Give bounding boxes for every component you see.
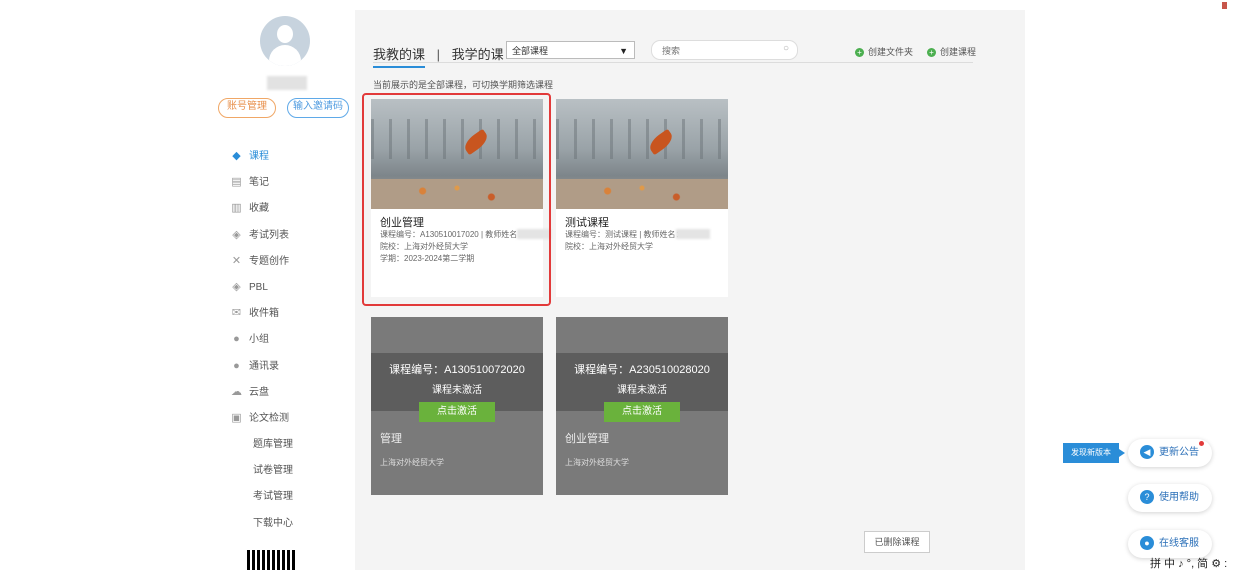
tab-divider xyxy=(373,62,973,63)
inbox-icon: ✉ xyxy=(231,307,242,320)
course-card[interactable]: 测试课程 课程编号：测试课程 | 教师姓名： 院校：上海对外经贸大学 xyxy=(556,99,728,297)
sidebar-item-pbl[interactable]: ◈ PBL xyxy=(225,275,353,301)
search-input[interactable] xyxy=(660,45,774,57)
sidebar-item-question-bank[interactable]: 题库管理 xyxy=(225,432,353,458)
tab-separator: | xyxy=(436,47,441,62)
course-title[interactable]: 测试课程 xyxy=(565,214,609,230)
sidebar-item-cloud[interactable]: ☁ 云盘 xyxy=(225,380,353,406)
enter-invite-code-button[interactable]: 输入邀请码 xyxy=(287,98,349,118)
sidebar-item-notes[interactable]: ▤ 笔记 xyxy=(225,170,353,196)
sidebar-item-course[interactable]: ◆ 课程 xyxy=(225,144,353,170)
note-icon: ▤ xyxy=(231,176,242,189)
pbl-icon: ◈ xyxy=(232,280,241,293)
notification-dot xyxy=(1199,441,1204,446)
filter-notice: 当前展示的是全部课程，可切换学期筛选课程 xyxy=(373,80,554,90)
account-manage-button[interactable]: 账号管理 xyxy=(218,98,276,118)
create-folder-button[interactable]: + 创建文件夹 xyxy=(855,45,913,58)
sidebar-item-exam-manage[interactable]: 考试管理 xyxy=(225,484,353,510)
help-icon: ? xyxy=(1140,490,1154,504)
contacts-icon: ● xyxy=(233,359,240,372)
tab-my-teaching[interactable]: 我教的课 xyxy=(373,47,425,62)
paper-check-icon: ▣ xyxy=(231,411,242,424)
sidebar-item-exam-list[interactable]: ◈ 考试列表 xyxy=(225,223,353,249)
cloud-icon: ☁ xyxy=(231,385,242,398)
activate-course-button[interactable]: 点击激活 xyxy=(604,402,680,422)
plus-circle-icon: + xyxy=(855,48,864,57)
course-code: 课程编号：测试课程 | 教师姓名： xyxy=(565,230,684,239)
sidebar-item-topic-creation[interactable]: ✕ 专题创作 xyxy=(225,249,353,275)
course-title: 创业管理 xyxy=(565,433,609,445)
inactive-course-card: 课程编号：A230510028020 课程未激活 点击激活 创业管理 上海对外经… xyxy=(556,317,728,495)
activate-course-button[interactable]: 点击激活 xyxy=(419,402,495,422)
update-notice-button[interactable]: ◀ 更新公告 xyxy=(1128,439,1212,467)
user-name-blurred xyxy=(267,76,307,90)
caret-down-icon: ▼ xyxy=(619,46,628,56)
sidebar-item-favorites[interactable]: ▥ 收藏 xyxy=(225,196,353,222)
inactive-course-code: 课程编号：A230510028020 xyxy=(574,364,710,376)
course-filter-select[interactable]: 全部课程 ▼ xyxy=(506,41,635,59)
course-school: 院校：上海对外经贸大学 xyxy=(565,242,653,251)
qr-code xyxy=(247,550,297,570)
search-box: ○ xyxy=(651,40,798,60)
sidebar-item-inbox[interactable]: ✉ 收件箱 xyxy=(225,301,353,327)
selected-course-highlight xyxy=(362,93,551,306)
ime-toolbar[interactable]: 拼 中 ♪ °, 简 ⚙ : xyxy=(1150,555,1227,571)
avatar[interactable] xyxy=(260,16,310,66)
new-version-badge[interactable]: 发现新版本 xyxy=(1063,443,1125,463)
sidebar-menu: ◆ 课程 ▤ 笔记 ▥ 收藏 ◈ 考试列表 ✕ 专题创作 ◈ PBL ✉ 收件箱… xyxy=(225,144,353,537)
teacher-name-blurred xyxy=(676,229,710,239)
sidebar-item-paper-manage[interactable]: 试卷管理 xyxy=(225,458,353,484)
course-school: 上海对外经贸大学 xyxy=(565,458,629,467)
help-button[interactable]: ? 使用帮助 xyxy=(1128,484,1212,512)
topic-icon: ✕ xyxy=(231,254,242,267)
sidebar-item-paper-check[interactable]: ▣ 论文检测 xyxy=(225,406,353,432)
sidebar: 账号管理 输入邀请码 ◆ 课程 ▤ 笔记 ▥ 收藏 ◈ 考试列表 ✕ 专题创作 … xyxy=(215,10,355,570)
course-title: 管理 xyxy=(380,433,402,445)
exam-icon: ◈ xyxy=(232,228,241,241)
inactive-status: 课程未激活 xyxy=(432,385,482,396)
corner-marker-icon xyxy=(1222,2,1227,9)
tab-my-learning[interactable]: 我学的课 xyxy=(452,47,504,62)
online-service-button[interactable]: ● 在线客服 xyxy=(1128,530,1212,558)
group-icon: ● xyxy=(233,333,240,346)
service-icon: ● xyxy=(1140,536,1154,550)
sidebar-item-group[interactable]: ● 小组 xyxy=(225,327,353,353)
inactive-status: 课程未激活 xyxy=(617,385,667,396)
sidebar-item-download-center[interactable]: 下载中心 xyxy=(225,511,353,537)
favorite-icon: ▥ xyxy=(231,202,242,215)
course-icon: ◆ xyxy=(232,150,241,162)
plus-circle-icon: + xyxy=(927,48,936,57)
speaker-icon: ◀ xyxy=(1140,445,1154,459)
sidebar-item-contacts[interactable]: ● 通讯录 xyxy=(225,354,353,380)
course-school: 上海对外经贸大学 xyxy=(380,458,444,467)
course-cover-image[interactable] xyxy=(556,99,728,209)
course-tabs: 我教的课 | 我学的课 xyxy=(373,44,504,63)
search-icon[interactable]: ○ xyxy=(783,43,789,54)
inactive-course-code: 课程编号：A130510072020 xyxy=(389,364,525,376)
create-course-button[interactable]: + 创建课程 xyxy=(927,45,976,58)
deleted-courses-button[interactable]: 已删除课程 xyxy=(864,531,930,553)
inactive-course-card: 课程编号：A130510072020 课程未激活 点击激活 管理 上海对外经贸大… xyxy=(371,317,543,495)
